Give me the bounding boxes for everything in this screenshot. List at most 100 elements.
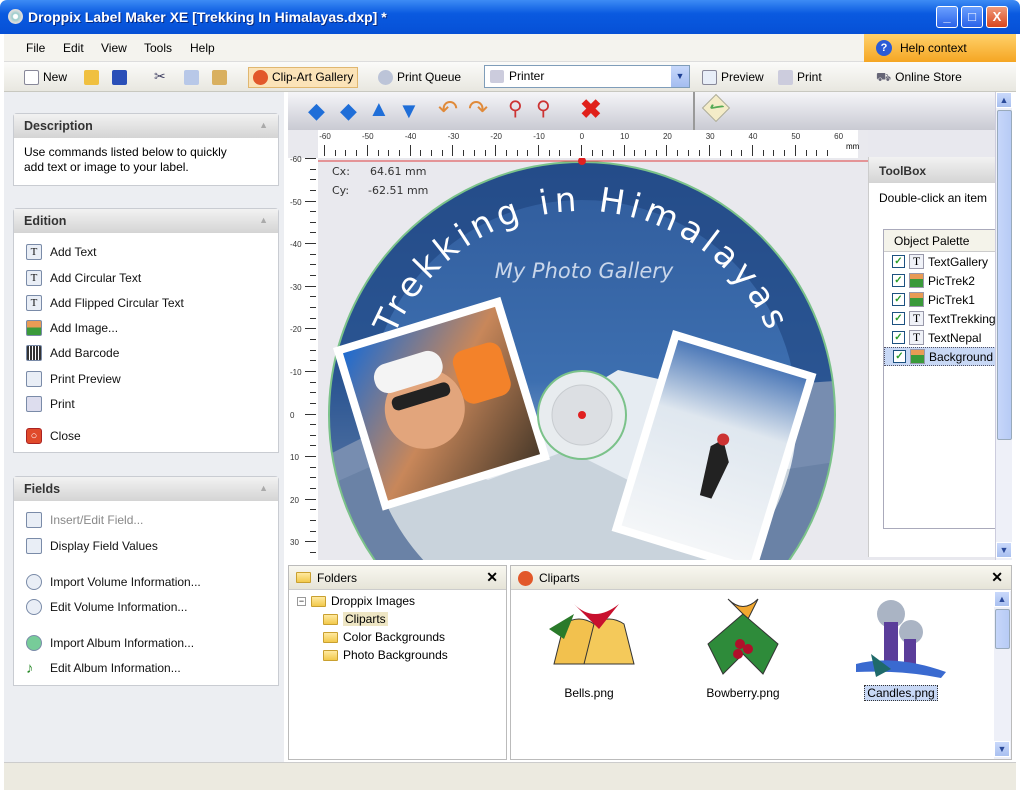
collapse-icon[interactable]: ▲ xyxy=(259,215,268,225)
visibility-checkbox[interactable]: ✓ xyxy=(892,255,905,268)
menu-edit[interactable]: Edit xyxy=(63,41,84,55)
add-circular-text-item[interactable]: T Add Circular Text xyxy=(26,268,141,288)
close-button[interactable]: X xyxy=(986,6,1008,28)
printer-icon xyxy=(26,396,42,412)
import-album-item[interactable]: Import Album Information... xyxy=(26,633,194,653)
ruler-tick xyxy=(548,150,550,156)
help-context-button[interactable]: ? Help context xyxy=(864,34,1016,62)
move-right-icon[interactable]: ◆ xyxy=(340,98,357,124)
ruler-tick xyxy=(334,150,336,156)
copy-icon[interactable] xyxy=(184,70,199,85)
cut-icon[interactable]: ✂ xyxy=(154,68,166,85)
print-button[interactable]: Print xyxy=(774,67,826,88)
undo-icon[interactable]: ↶ xyxy=(438,95,458,124)
clipart-candles[interactable]: Candles.png xyxy=(841,594,961,701)
move-left-icon[interactable]: ◆ xyxy=(308,98,325,124)
design-canvas[interactable]: ◆ ◆ ▲ ▼ ↶ ↷ ⚲ ⚲ ✖ ✓ Trekking in Himalaya… xyxy=(288,92,995,560)
visibility-checkbox[interactable]: ✓ xyxy=(892,331,905,344)
save-icon[interactable] xyxy=(112,70,127,85)
new-button[interactable]: New xyxy=(20,67,71,88)
scroll-up-icon[interactable]: ▲ xyxy=(996,92,1012,108)
edit-album-item[interactable]: ♪ Edit Album Information... xyxy=(26,658,181,678)
open-folder-icon[interactable] xyxy=(84,70,99,85)
cliparts-header: Cliparts ✕ xyxy=(511,566,1011,590)
visibility-checkbox[interactable]: ✓ xyxy=(892,312,905,325)
add-flipped-circular-text-item[interactable]: T Add Flipped Circular Text xyxy=(26,293,184,313)
clipart-gallery-button[interactable]: Clip-Art Gallery xyxy=(248,67,359,88)
display-field-values-item[interactable]: Display Field Values xyxy=(26,536,158,556)
edit-volume-item[interactable]: Edit Volume Information... xyxy=(26,597,187,617)
printer-select[interactable]: Printer ▼ xyxy=(484,65,690,88)
menu-help[interactable]: Help xyxy=(190,41,215,55)
collapse-icon[interactable]: ▲ xyxy=(259,483,268,493)
zoom-out-icon[interactable]: ⚲ xyxy=(536,96,551,121)
ruler-tick xyxy=(666,145,668,156)
minimize-button[interactable]: _ xyxy=(936,6,958,28)
palette-item[interactable]: ✓ Background xyxy=(884,347,995,366)
scroll-up-icon[interactable]: ▲ xyxy=(994,591,1010,607)
clipart-bells[interactable]: Bells.png xyxy=(529,594,649,700)
image-icon xyxy=(909,292,924,307)
close-item[interactable]: ○ Close xyxy=(26,426,81,446)
tree-item-cliparts[interactable]: Cliparts xyxy=(323,612,388,626)
fields-header[interactable]: Fields ▲ xyxy=(14,477,278,501)
close-cliparts-icon[interactable]: ✕ xyxy=(991,569,1003,586)
chevron-down-icon[interactable]: ▼ xyxy=(671,66,689,87)
toolbar-separator xyxy=(693,92,695,130)
clipart-bowberry[interactable]: Bowberry.png xyxy=(683,594,803,700)
print-item[interactable]: Print xyxy=(26,394,75,414)
collapse-toggle-icon[interactable]: − xyxy=(297,596,306,606)
palette-item[interactable]: ✓ T TextTrekking xyxy=(884,309,995,328)
ruler-tick-label: 30 xyxy=(705,132,715,141)
maximize-button[interactable]: □ xyxy=(961,6,983,28)
disc-icon xyxy=(26,574,42,590)
collapse-icon[interactable]: ▲ xyxy=(259,120,268,130)
preview-button[interactable]: Preview xyxy=(698,67,768,88)
ruler-tick xyxy=(538,145,539,156)
cliparts-scrollbar[interactable]: ▲ ▼ xyxy=(994,591,1011,759)
add-barcode-item[interactable]: Add Barcode xyxy=(26,343,119,363)
menu-file[interactable]: File xyxy=(26,41,45,55)
label-subtitle[interactable]: My Photo Gallery xyxy=(495,259,674,283)
menu-view[interactable]: View xyxy=(101,41,127,55)
print-queue-button[interactable]: Print Queue xyxy=(374,67,465,88)
description-header[interactable]: Description ▲ xyxy=(14,114,278,138)
tree-item-root[interactable]: − Droppix Images xyxy=(297,594,415,608)
edition-header[interactable]: Edition ▲ xyxy=(14,209,278,233)
scroll-thumb[interactable] xyxy=(997,110,1012,440)
image-icon xyxy=(909,273,924,288)
move-up-icon[interactable]: ▲ xyxy=(368,96,390,122)
insert-edit-field-item[interactable]: Insert/Edit Field... xyxy=(26,510,143,530)
visibility-checkbox[interactable]: ✓ xyxy=(892,293,905,306)
palette-item[interactable]: ✓ PicTrek2 xyxy=(884,271,995,290)
ruler-tick xyxy=(687,150,689,156)
visibility-checkbox[interactable]: ✓ xyxy=(893,350,906,363)
add-text-item[interactable]: T Add Text xyxy=(26,242,96,262)
redo-icon[interactable]: ↷ xyxy=(468,95,488,124)
scroll-thumb[interactable] xyxy=(995,609,1010,649)
ruler-tick-label: 10 xyxy=(290,453,299,463)
item-label: Close xyxy=(50,429,81,443)
move-down-icon[interactable]: ▼ xyxy=(398,98,420,124)
palette-item[interactable]: ✓ T TextNepal xyxy=(884,328,995,347)
zoom-in-icon[interactable]: ⚲ xyxy=(508,96,523,121)
import-volume-item[interactable]: Import Volume Information... xyxy=(26,572,201,592)
visibility-checkbox[interactable]: ✓ xyxy=(892,274,905,287)
palette-item[interactable]: ✓ PicTrek1 xyxy=(884,290,995,309)
scroll-down-icon[interactable]: ▼ xyxy=(994,741,1010,757)
app-icon xyxy=(8,9,23,24)
palette-item[interactable]: ✓ T TextGallery xyxy=(884,252,995,271)
online-store-button[interactable]: ⛟ Online Store xyxy=(872,67,966,88)
ruler-tick-label: 50 xyxy=(791,132,801,141)
tree-item-photo-backgrounds[interactable]: Photo Backgrounds xyxy=(323,648,448,662)
canvas-vertical-scrollbar[interactable]: ▲ ▼ xyxy=(995,92,1012,560)
paste-icon[interactable] xyxy=(212,70,227,85)
delete-icon[interactable]: ✖ xyxy=(580,94,602,125)
print-preview-item[interactable]: Print Preview xyxy=(26,369,121,389)
tree-item-color-backgrounds[interactable]: Color Backgrounds xyxy=(323,630,445,644)
close-folders-icon[interactable]: ✕ xyxy=(486,569,498,586)
scroll-down-icon[interactable]: ▼ xyxy=(996,542,1012,558)
menu-tools[interactable]: Tools xyxy=(144,41,172,55)
add-image-item[interactable]: Add Image... xyxy=(26,318,118,338)
apply-check-icon[interactable]: ✓ xyxy=(701,93,731,123)
